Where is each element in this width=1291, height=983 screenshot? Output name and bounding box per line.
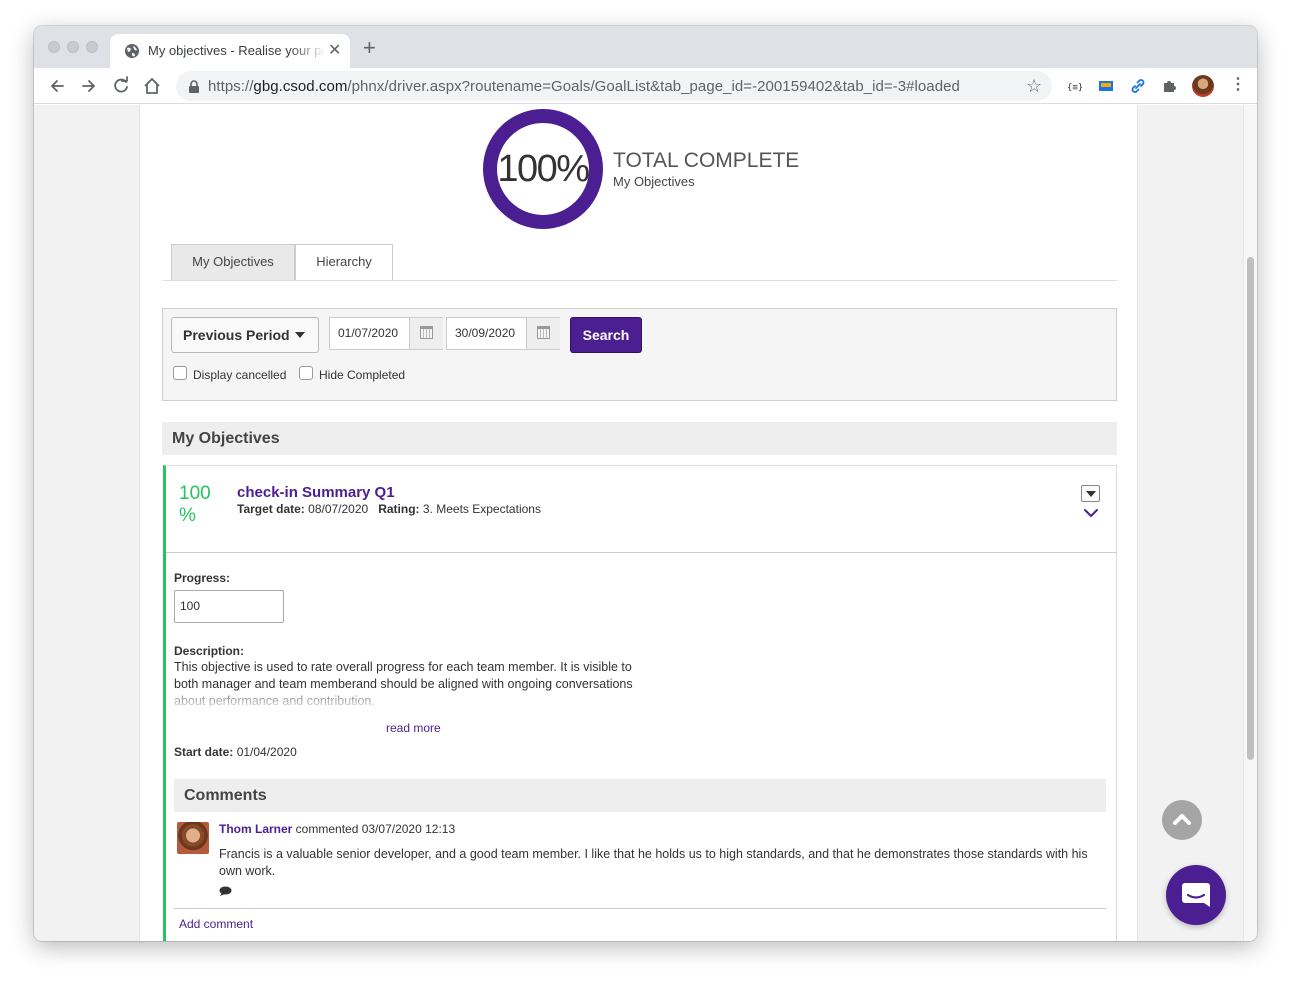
- objective-meta: Target date: 08/07/2020 Rating: 3. Meets…: [237, 502, 541, 516]
- description-label: Description:: [174, 644, 245, 658]
- completion-percent: 100%: [497, 148, 590, 190]
- new-tab-button[interactable]: +: [363, 36, 376, 60]
- profile-avatar[interactable]: [1192, 75, 1214, 97]
- objective-percent: 100 %: [179, 483, 219, 527]
- filter-panel: Previous Period 01/07/2020 30/09/2020 Se…: [162, 308, 1117, 401]
- page-content: 100% TOTAL COMPLETE My Objectives My Obj…: [139, 105, 1138, 941]
- start-date-input[interactable]: 01/07/2020: [330, 318, 409, 349]
- end-date-picker-button[interactable]: [526, 318, 560, 349]
- close-tab-icon[interactable]: ✕: [328, 41, 341, 61]
- caret-down-icon: [294, 332, 305, 339]
- card-divider: [166, 552, 1117, 553]
- comment-divider: [174, 908, 1106, 909]
- period-label: Previous Period: [183, 327, 290, 343]
- url-scheme: https://: [208, 78, 254, 95]
- tabs-divider: [163, 280, 1117, 281]
- start-date-label: Start date:: [174, 745, 234, 759]
- url-path: /phnx/driver.aspx?routename=Goals/GoalLi…: [347, 78, 960, 95]
- browser-menu-icon[interactable]: ⋮: [1230, 76, 1246, 94]
- scrollbar-thumb[interactable]: [1247, 257, 1254, 760]
- description-fade: [174, 692, 654, 708]
- start-date-value: 01/04/2020: [236, 745, 297, 759]
- comment-meta: Thom Larner commented 03/07/2020 12:13: [219, 822, 455, 836]
- chat-icon: [1182, 883, 1210, 907]
- forward-arrow-icon[interactable]: [78, 75, 100, 97]
- json-extension-icon[interactable]: {≡}: [1066, 78, 1082, 94]
- puzzle-extensions-icon[interactable]: [1162, 78, 1178, 94]
- start-date-picker-button[interactable]: [409, 318, 443, 349]
- objective-actions-dropdown[interactable]: [1081, 485, 1100, 502]
- end-date-group: 30/09/2020: [446, 317, 560, 350]
- target-date-value: 08/07/2020: [308, 502, 369, 516]
- hide-completed-checkbox[interactable]: [299, 366, 313, 380]
- caret-down-icon: [1086, 491, 1096, 497]
- calendar-icon: [537, 326, 550, 339]
- period-dropdown-button[interactable]: Previous Period: [171, 317, 319, 353]
- read-more-link[interactable]: read more: [386, 721, 441, 735]
- address-bar[interactable]: https://gbg.csod.com/phnx/driver.aspx?ro…: [176, 71, 1052, 101]
- tab-my-objectives[interactable]: My Objectives: [171, 244, 295, 280]
- browser-window: My objectives - Realise your po ✕ + http…: [34, 26, 1257, 941]
- avatar: [177, 822, 209, 854]
- target-date-label: Target date:: [237, 502, 305, 516]
- display-cancelled-checkbox[interactable]: [173, 366, 187, 380]
- comment-author-link[interactable]: Thom Larner: [219, 822, 292, 836]
- objective-card: 100 % check-in Summary Q1 Target date: 0…: [163, 465, 1117, 941]
- page-scrollbar[interactable]: [1243, 105, 1257, 941]
- globe-icon: [125, 44, 139, 58]
- hide-completed-label: Hide Completed: [319, 368, 406, 382]
- home-icon[interactable]: [141, 75, 163, 97]
- objective-title-link[interactable]: check-in Summary Q1: [237, 484, 395, 501]
- chevron-down-icon[interactable]: [1082, 506, 1100, 520]
- chat-button[interactable]: [1166, 865, 1226, 925]
- back-arrow-icon[interactable]: [46, 75, 68, 97]
- comment-text: Francis is a valuable senior developer, …: [219, 847, 1088, 878]
- lock-icon[interactable]: [188, 80, 200, 93]
- chevron-up-icon: [1173, 814, 1191, 825]
- total-complete-subtitle: My Objectives: [613, 174, 695, 189]
- my-objectives-header: My Objectives: [162, 422, 1117, 455]
- progress-input[interactable]: 100: [174, 590, 284, 623]
- display-cancelled-label: Display cancelled: [193, 368, 287, 382]
- calendar-icon: [420, 326, 433, 339]
- link-extension-icon[interactable]: [1130, 78, 1146, 94]
- rating-value: 3. Meets Expectations: [422, 502, 541, 516]
- comment-timestamp: commented 03/07/2020 12:13: [292, 822, 456, 836]
- reply-comment-icon[interactable]: [219, 886, 232, 896]
- url-text[interactable]: https://gbg.csod.com/phnx/driver.aspx?ro…: [208, 78, 960, 95]
- objective-percent-sign: %: [179, 505, 196, 526]
- zoom-window-button[interactable]: [86, 41, 98, 53]
- bookmark-star-icon[interactable]: ☆: [1026, 76, 1042, 97]
- rating-label: Rating:: [378, 502, 420, 516]
- reload-icon[interactable]: [110, 75, 132, 97]
- search-button[interactable]: Search: [570, 317, 642, 353]
- url-host: gbg.csod.com: [253, 78, 348, 95]
- browser-tab[interactable]: My objectives - Realise your po ✕: [110, 34, 350, 68]
- add-comment-link[interactable]: Add comment: [179, 917, 253, 931]
- svg-text:{≡}: {≡}: [1067, 83, 1082, 93]
- total-complete-title: TOTAL COMPLETE: [613, 149, 800, 172]
- tab-strip: My objectives - Realise your po ✕ +: [34, 26, 1257, 68]
- objective-percent-value: 100: [179, 483, 211, 504]
- completion-ring: 100%: [483, 109, 603, 229]
- progress-label: Progress:: [174, 571, 231, 585]
- minimize-window-button[interactable]: [67, 41, 79, 53]
- start-date-group: 01/07/2020: [329, 317, 443, 350]
- end-date-input[interactable]: 30/09/2020: [447, 318, 526, 349]
- screenshot-extension-icon[interactable]: [1098, 78, 1114, 94]
- page-viewport: 100% TOTAL COMPLETE My Objectives My Obj…: [34, 105, 1257, 941]
- tab-hierarchy[interactable]: Hierarchy: [295, 244, 393, 280]
- start-date: Start date: 01/04/2020: [174, 745, 297, 759]
- tab-title-fade: [290, 40, 326, 62]
- scroll-to-top-button[interactable]: [1162, 800, 1202, 840]
- browser-toolbar: https://gbg.csod.com/phnx/driver.aspx?ro…: [34, 68, 1257, 104]
- comments-header: Comments: [174, 779, 1106, 812]
- close-window-button[interactable]: [48, 41, 60, 53]
